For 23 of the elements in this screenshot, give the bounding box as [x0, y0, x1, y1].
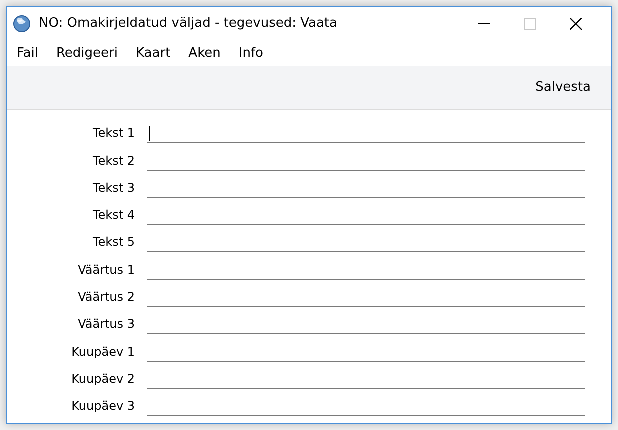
field-label: Tekst 3: [92, 180, 135, 197]
field-label: Tekst 5: [92, 234, 135, 252]
field-label: Väärtus 1: [77, 262, 135, 279]
field-label: Väärtus 2: [77, 289, 135, 306]
field-label: Tekst 4: [92, 207, 135, 224]
menu-item[interactable]: Fail: [11, 44, 44, 64]
menu-item[interactable]: Aken: [182, 44, 227, 64]
input-field[interactable]: [147, 123, 585, 144]
field-label: Tekst 1: [92, 125, 135, 142]
field-label: Tekst 2: [92, 152, 135, 170]
field-label: Väärtus 3: [77, 316, 135, 334]
field-label: Kuupäev 3: [70, 398, 135, 416]
menu-item[interactable]: Info: [232, 44, 270, 64]
close-icon: [570, 18, 582, 30]
minimize-icon: [478, 23, 490, 25]
menu-item[interactable]: Kaart: [130, 44, 177, 64]
save-button[interactable]: Salvesta: [536, 78, 591, 98]
globe-icon: [13, 15, 31, 33]
menu-item[interactable]: Redigeeri: [50, 44, 124, 64]
field-label: Kuupäev 2: [70, 370, 135, 388]
window-title: NO: Omakirjeldatud väljad - tegevused: Vaata: [39, 15, 338, 34]
field-label: Kuupäev 1: [70, 344, 135, 361]
maximize-icon: [524, 18, 536, 30]
